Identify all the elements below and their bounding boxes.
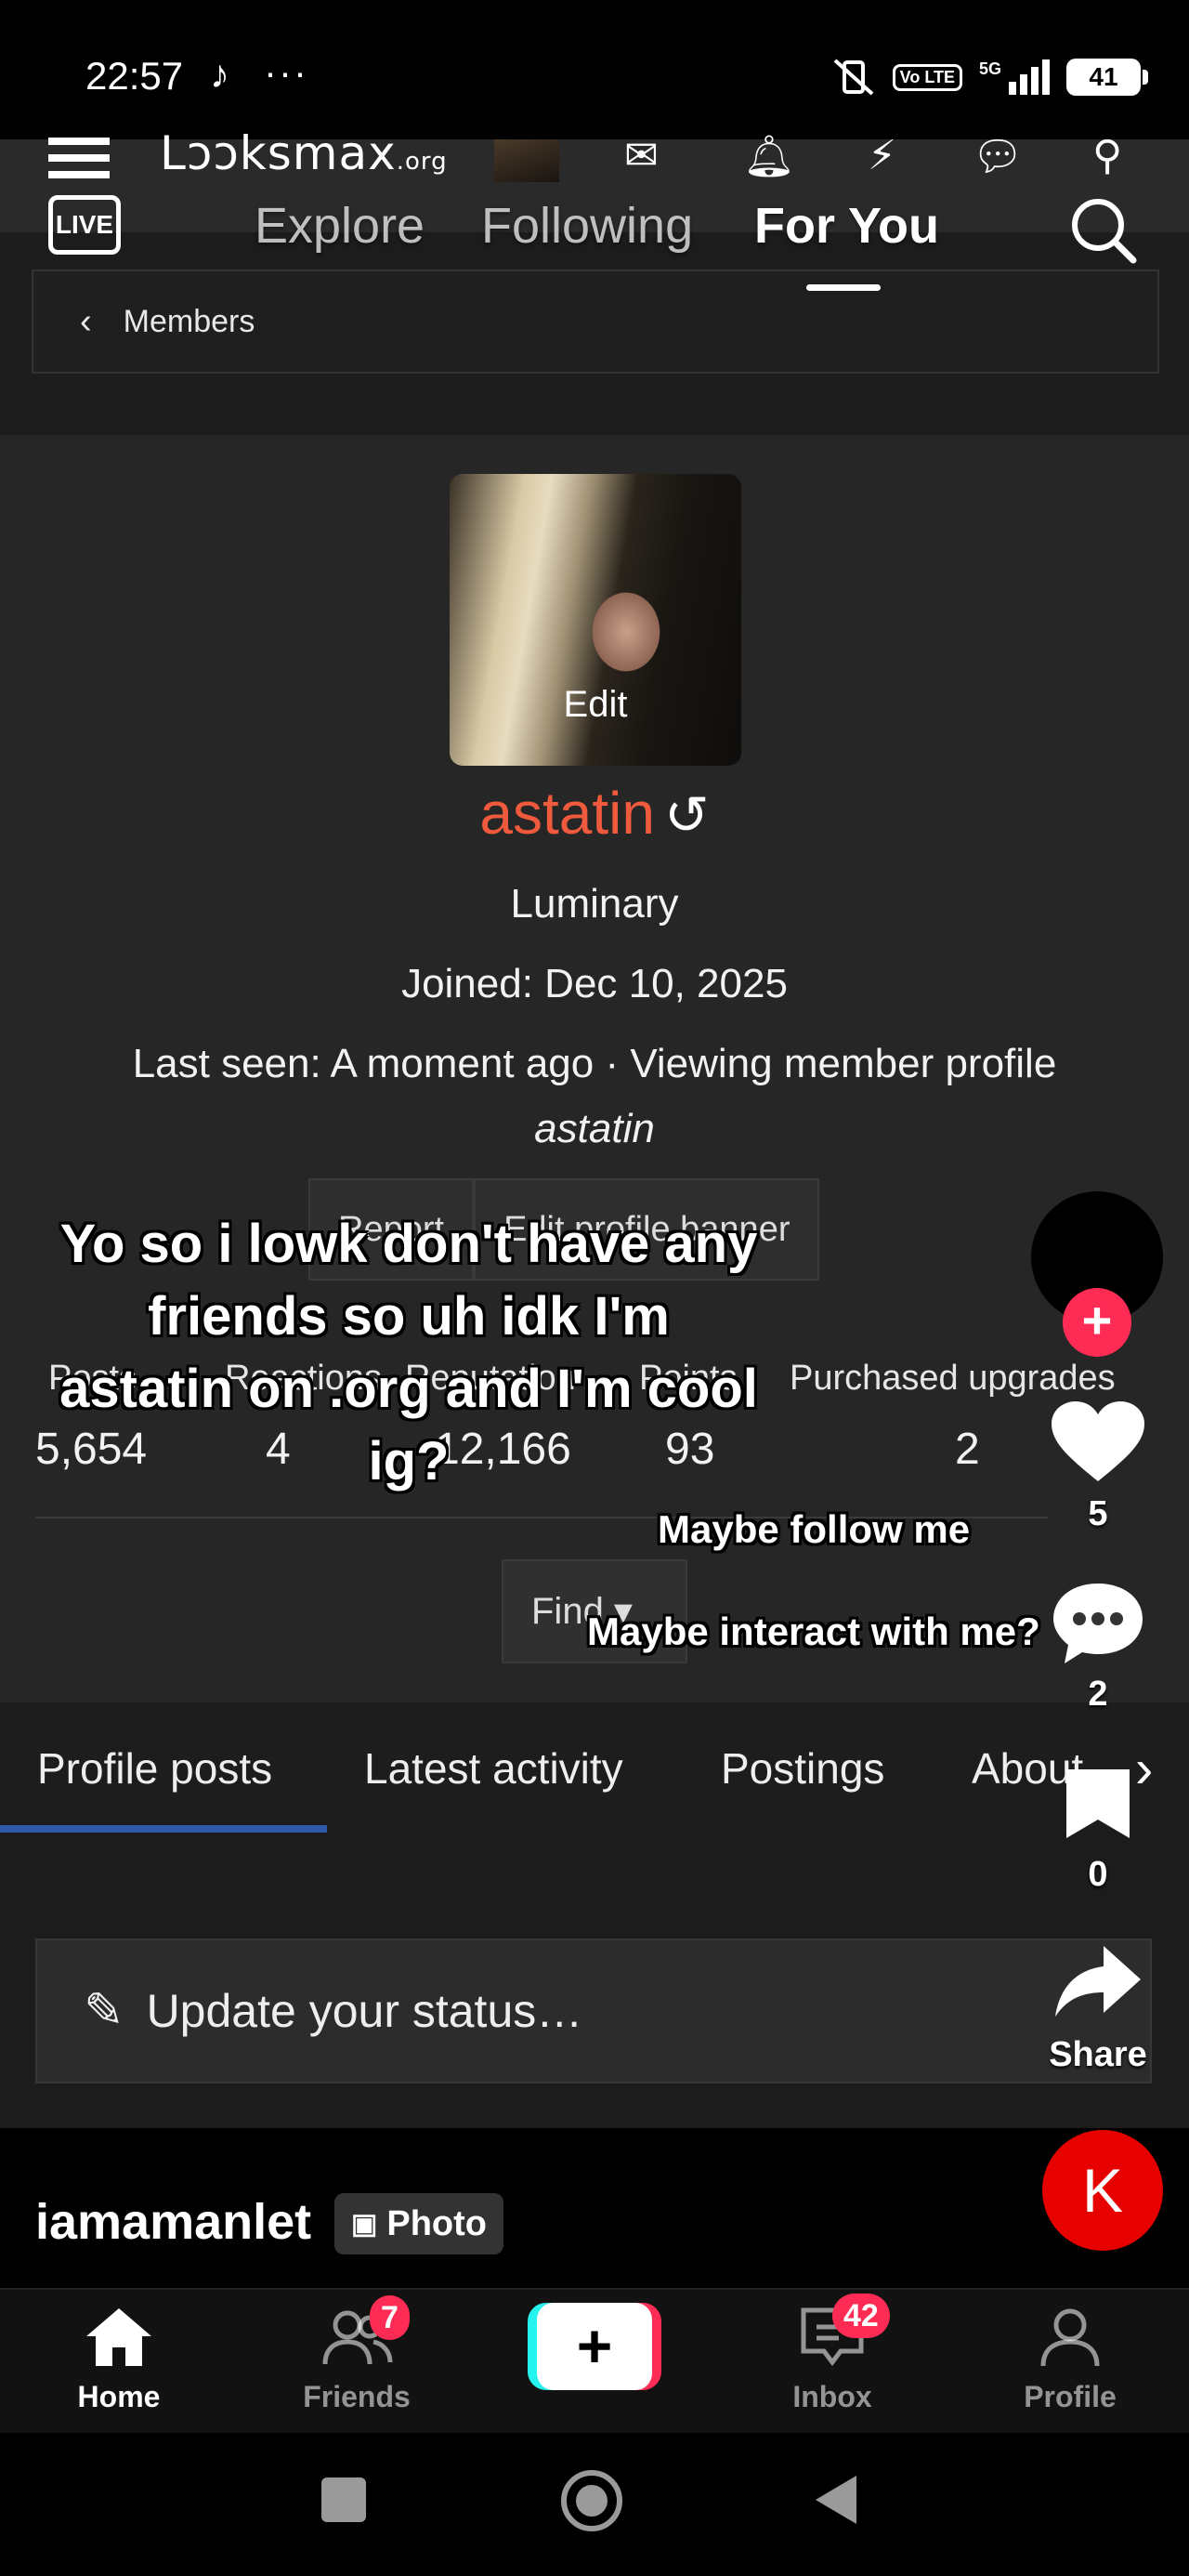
avatar-edit-label: Edit	[563, 684, 628, 725]
photo-icon: ▣	[351, 2208, 378, 2240]
nav-profile-label: Profile	[1024, 2380, 1117, 2413]
mute-vibrate-icon	[833, 59, 873, 96]
tab-explore[interactable]: Explore	[255, 197, 425, 255]
mail-icon: ✉	[624, 133, 659, 178]
bookmark-icon[interactable]	[1063, 1766, 1133, 1842]
last-seen-name: astatin	[534, 1106, 655, 1151]
network-type: 5G	[978, 59, 1001, 78]
tab-profile-posts: Profile posts	[37, 1744, 273, 1793]
plus-icon: +	[537, 2303, 652, 2390]
site-logo-suffix: .org	[396, 148, 448, 176]
home-icon	[86, 2308, 151, 2366]
bell-icon: 🔔︎	[743, 134, 795, 179]
like-heart-icon[interactable]	[1050, 1400, 1146, 1485]
joined-date: Joined: Dec 10, 2025	[401, 961, 788, 1006]
menu-icon	[48, 138, 110, 178]
profile-username: astatin ↺	[0, 779, 1189, 848]
like-count: 5	[1088, 1494, 1108, 1533]
user-title: Luminary	[510, 881, 679, 927]
pencil-icon: ✎	[84, 1984, 124, 2038]
follow-plus-button[interactable]: +	[1063, 1288, 1131, 1357]
site-logo: Lɔɔksmax.org	[160, 126, 448, 180]
site-logo-text: Lɔɔksmax	[160, 126, 397, 180]
tiktok-notification-icon: ♪	[210, 52, 229, 96]
last-seen: Last seen: A moment ago · Viewing member…	[132, 1041, 1057, 1086]
profile-tabs: Profile posts Latest activity Postings A…	[0, 1702, 1189, 1833]
android-nav-bar	[0, 2433, 1189, 2576]
comment-count: 2	[1088, 1675, 1108, 1714]
share-label: Share	[1049, 2035, 1147, 2074]
creator-username[interactable]: iamamanlet	[35, 2193, 311, 2251]
for-you-underline	[806, 284, 881, 291]
active-tab-underline	[0, 1825, 327, 1833]
tab-postings: Postings	[721, 1744, 885, 1793]
username-text: astatin	[479, 780, 655, 847]
more-notifications-icon: ···	[264, 50, 308, 94]
nav-friends[interactable]: Friends	[273, 2305, 440, 2414]
photo-badge-label: Photo	[386, 2203, 487, 2243]
inbox-badge: 42	[832, 2293, 890, 2338]
chevron-left-icon: ‹	[80, 301, 92, 341]
caption-follow: Maybe follow me	[658, 1507, 971, 1551]
tab-following[interactable]: Following	[481, 197, 693, 255]
history-icon: ↺	[663, 785, 710, 846]
update-status-box: ✎ Update your status…	[35, 1939, 1152, 2083]
stat-label-upgrades: Purchased upgrades	[790, 1359, 1116, 1398]
friends-badge: 7	[370, 2295, 410, 2340]
share-icon[interactable]	[1053, 1942, 1143, 2020]
feed-tabs: Explore Following For You	[0, 186, 1189, 288]
back-icon[interactable]	[812, 2472, 860, 2528]
photo-badge: ▣ Photo	[334, 2193, 503, 2254]
battery-indicator: 41	[1066, 59, 1148, 96]
nav-friends-label: Friends	[303, 2380, 411, 2413]
save-count: 0	[1088, 1855, 1108, 1894]
nav-inbox-label: Inbox	[792, 2380, 872, 2413]
recents-icon[interactable]	[321, 2477, 366, 2522]
tab-for-you[interactable]: For You	[754, 197, 939, 255]
nav-profile[interactable]: Profile	[986, 2305, 1154, 2414]
status-placeholder: Update your status…	[146, 1985, 583, 2037]
chevron-right-icon: ›	[1135, 1739, 1154, 1799]
video-caption: Yo so i lowk don't have any friends so u…	[59, 1214, 758, 1492]
status-bar: 22:57 ♪ ··· Vo LTE 5G 41	[0, 0, 1189, 139]
caption-interact: Maybe interact with me?	[587, 1610, 1040, 1653]
nav-home-label: Home	[77, 2380, 161, 2413]
create-button[interactable]: +	[528, 2303, 661, 2390]
tab-latest-activity: Latest activity	[364, 1744, 623, 1793]
search-icon[interactable]	[1066, 193, 1139, 266]
comment-icon[interactable]	[1050, 1580, 1146, 1665]
clock: 22:57	[85, 54, 184, 98]
home-circle-icon[interactable]	[561, 2470, 622, 2531]
lightning-icon: ⚡︎	[868, 133, 896, 178]
k-floating-button[interactable]: K	[1042, 2130, 1163, 2251]
nav-home[interactable]: Home	[35, 2305, 203, 2414]
system-indicators: Vo LTE 5G 41	[831, 54, 1148, 100]
profile-icon	[1040, 2308, 1100, 2367]
volte-icon: Vo LTE	[892, 63, 962, 91]
chat-icon: 💬︎	[972, 134, 1024, 179]
breadcrumb-members: Members	[123, 303, 255, 339]
header-avatar-thumb	[494, 139, 559, 182]
signal-icon: 5G	[979, 59, 1050, 95]
stat-value-upgrades: 2	[955, 1425, 980, 1474]
site-search-icon: ⚲	[1092, 133, 1123, 178]
